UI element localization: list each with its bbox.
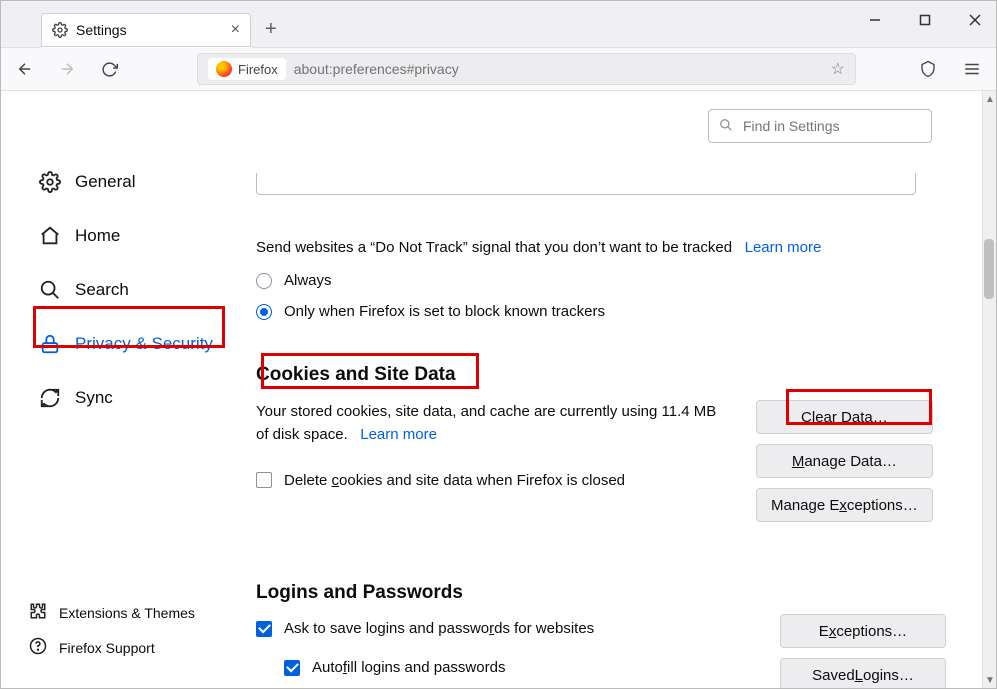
checkbox-label: Autofill logins and passwords	[312, 659, 505, 676]
manage-exceptions-button[interactable]: Manage Exceptions…	[756, 488, 933, 522]
content-scrollbar[interactable]: ▲ ▼	[982, 91, 996, 688]
sidebar-item-home[interactable]: Home	[29, 215, 236, 257]
radio-label: Always	[284, 272, 332, 289]
autofill-logins-row[interactable]: Autofill logins and passwords	[284, 659, 750, 676]
cookies-learn-more-link[interactable]: Learn more	[360, 426, 437, 443]
sidebar-item-privacy[interactable]: Privacy & Security	[29, 323, 236, 365]
dnt-description: Send websites a “Do Not Track” signal th…	[256, 239, 732, 256]
dnt-section: Send websites a “Do Not Track” signal th…	[256, 239, 956, 320]
search-icon	[719, 118, 733, 135]
browser-tab[interactable]: Settings ×	[41, 13, 251, 47]
checkbox-icon	[256, 472, 272, 488]
puzzle-icon	[29, 602, 47, 623]
dnt-learn-more-link[interactable]: Learn more	[745, 239, 822, 256]
scroll-thumb[interactable]	[984, 239, 994, 299]
dnt-option-always[interactable]: Always	[256, 272, 956, 289]
home-icon	[39, 225, 61, 247]
address-text: about:preferences#privacy	[294, 61, 459, 77]
sidebar-support-label: Firefox Support	[59, 640, 155, 656]
manage-data-button[interactable]: Manage Data…	[756, 444, 933, 478]
titlebar: Settings × +	[1, 1, 996, 47]
scroll-up-icon[interactable]: ▲	[985, 93, 995, 105]
back-button[interactable]	[11, 55, 39, 83]
sidebar-item-label: Privacy & Security	[75, 334, 213, 354]
cookies-heading: Cookies and Site Data	[256, 364, 946, 386]
nav-toolbar: Firefox about:preferences#privacy ☆	[1, 47, 996, 91]
find-in-settings[interactable]	[708, 109, 932, 143]
cookies-usage-text: Your stored cookies, site data, and cach…	[256, 403, 716, 443]
identity-label: Firefox	[238, 62, 278, 77]
sidebar-item-label: General	[75, 172, 135, 192]
url-bar[interactable]: Firefox about:preferences#privacy ☆	[197, 53, 856, 85]
radio-icon	[256, 273, 272, 289]
search-icon	[39, 279, 61, 301]
sidebar-item-search[interactable]: Search	[29, 269, 236, 311]
clear-data-button[interactable]: Clear Data…	[756, 400, 933, 434]
sidebar-item-general[interactable]: General	[29, 161, 236, 203]
logins-exceptions-button[interactable]: Exceptions…	[780, 614, 946, 648]
forward-button[interactable]	[53, 55, 81, 83]
checkbox-label: Ask to save logins and passwords for web…	[284, 620, 594, 637]
window-minimize-button[interactable]	[860, 5, 890, 35]
find-input[interactable]	[741, 117, 921, 135]
radio-icon	[256, 304, 272, 320]
sidebar-item-label: Search	[75, 280, 129, 300]
sidebar-extensions-label: Extensions & Themes	[59, 605, 195, 621]
identity-pill[interactable]: Firefox	[208, 58, 286, 80]
reload-button[interactable]	[95, 55, 123, 83]
app-menu-button[interactable]	[958, 55, 986, 83]
logins-heading: Logins and Passwords	[256, 582, 946, 604]
saved-logins-button[interactable]: Saved Logins…	[780, 658, 946, 688]
window-maximize-button[interactable]	[910, 5, 940, 35]
gear-icon	[39, 171, 61, 193]
help-icon	[29, 637, 47, 658]
sync-icon	[39, 387, 61, 409]
checkbox-icon	[256, 621, 272, 637]
ask-save-logins-row[interactable]: Ask to save logins and passwords for web…	[256, 620, 750, 637]
settings-content: Send websites a “Do Not Track” signal th…	[236, 91, 996, 688]
settings-sidebar: General Home Search	[1, 91, 236, 688]
firefox-logo-icon	[216, 61, 232, 77]
scroll-down-icon[interactable]: ▼	[985, 674, 995, 686]
sidebar-item-label: Home	[75, 226, 120, 246]
new-tab-button[interactable]: +	[265, 19, 277, 39]
partial-field-top	[256, 173, 916, 195]
lock-icon	[39, 333, 61, 355]
radio-label: Only when Firefox is set to block known …	[284, 303, 605, 320]
delete-on-close-row[interactable]: Delete cookies and site data when Firefo…	[256, 469, 726, 492]
gear-icon	[52, 22, 68, 38]
sidebar-item-label: Sync	[75, 388, 113, 408]
sidebar-item-sync[interactable]: Sync	[29, 377, 236, 419]
bookmark-star-icon[interactable]: ☆	[831, 59, 845, 79]
sidebar-support-link[interactable]: Firefox Support	[29, 637, 236, 658]
pocket-icon[interactable]	[914, 55, 942, 83]
checkbox-label: Delete cookies and site data when Firefo…	[284, 469, 625, 492]
window-close-button[interactable]	[960, 5, 990, 35]
checkbox-icon	[284, 660, 300, 676]
sidebar-extensions-link[interactable]: Extensions & Themes	[29, 602, 236, 623]
dnt-option-known-trackers[interactable]: Only when Firefox is set to block known …	[256, 303, 956, 320]
tab-close-icon[interactable]: ×	[231, 22, 240, 38]
tab-title: Settings	[76, 22, 127, 38]
